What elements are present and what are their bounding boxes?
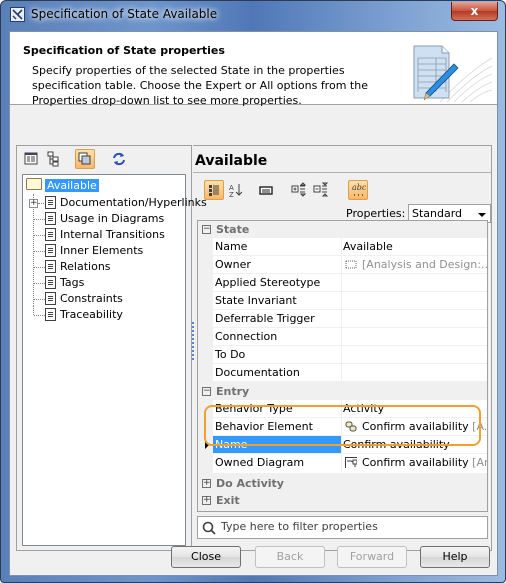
title-bar[interactable]: Specification of State Available x [1,1,505,29]
property-value: Confirm availability [362,456,469,469]
chevron-down-icon [478,213,486,217]
tree-item-traceability[interactable]: Traceability [45,307,123,323]
table-row[interactable]: Connection [213,328,487,346]
svg-text:Z: Z [229,191,234,199]
group-entry[interactable]: − Entry [198,383,487,400]
property-grid: − State Name Available Owner [Analysis a… [197,220,488,512]
page-icon [45,292,56,305]
table-row[interactable]: Name Available [213,238,487,256]
tree-item-constraints[interactable]: Constraints [45,291,123,307]
property-value[interactable] [343,292,487,309]
table-row[interactable]: Applied Stereotype [213,274,487,292]
table-view-icon[interactable] [21,149,41,169]
expand-icon[interactable]: + [202,496,211,505]
table-row-selected[interactable]: Name Confirm availability [213,436,487,454]
show-description-icon[interactable] [256,180,276,200]
dialog-body: Specification of State properties Specif… [9,31,498,576]
sort-alphabetically-icon[interactable]: AZ [226,180,246,200]
property-value: [Analysis and Design:... [362,258,487,271]
table-row[interactable]: Deferrable Trigger [213,310,487,328]
app-icon [10,7,25,22]
table-row[interactable]: Owned Diagram Confirm availability [Anal… [213,454,487,474]
specification-dialog: Specification of State Available x Speci… [0,0,506,583]
expand-all-icon[interactable] [289,180,309,200]
table-row[interactable]: Owner [Analysis and Design:... [213,256,487,274]
tree-root-label: Available [45,179,99,192]
tree-item-internal-transitions[interactable]: Internal Transitions [45,227,165,243]
help-button[interactable]: Help [420,546,490,568]
property-value[interactable] [343,310,487,327]
svg-text:abc: abc [352,183,367,192]
filter-placeholder: Type here to filter properties [221,520,378,533]
dialog-header: Specification of State properties Specif… [10,32,497,107]
expand-icon[interactable]: + [202,479,211,488]
property-value[interactable] [343,346,487,363]
table-row[interactable]: Documentation [213,364,487,382]
search-icon [202,521,216,535]
close-icon: x [470,4,479,18]
group-do-activity[interactable]: + Do Activity [198,475,487,492]
header-description: Specify properties of the selected State… [32,64,368,107]
table-row[interactable]: Behavior Element Confirm availability [A… [213,418,487,436]
page-icon [45,196,56,209]
tree-item-usage-in-diagrams[interactable]: Usage in Diagrams [45,211,164,227]
table-row[interactable]: To Do [213,346,487,364]
property-value[interactable]: Confirm availability [343,436,487,453]
group-state[interactable]: − State [198,221,487,238]
tree-item-documentation-hyperlinks[interactable]: Documentation/Hyperlinks [45,195,207,211]
tree-item-inner-elements[interactable]: Inner Elements [45,243,143,259]
back-button[interactable]: Back [255,546,325,568]
state-folder-icon [26,178,42,190]
diagram-icon [345,457,357,468]
page-icon [45,228,56,241]
page-icon [45,244,56,257]
tree-item-relations[interactable]: Relations [45,259,111,275]
current-row-marker-icon [205,441,209,449]
page-icon [45,308,56,321]
region-icon [345,260,357,269]
title-divider [193,172,491,173]
table-row[interactable]: State Invariant [213,292,487,310]
header-title: Specification of State properties [23,44,225,57]
show-abc-icon[interactable]: abc [348,180,368,200]
property-value[interactable] [343,328,487,345]
window-title: Specification of State Available [31,7,218,21]
forward-button[interactable]: Forward [337,546,407,568]
properties-label: Properties: [346,207,406,220]
compartment-view-icon[interactable] [75,149,95,169]
document-pencil-icon [392,36,493,103]
filter-field[interactable]: Type here to filter properties [197,516,488,539]
navigation-panel: Available + Documentation/Hyperlinks Usa… [16,145,207,551]
property-value[interactable]: Available [343,238,487,255]
property-value[interactable]: Activity [343,400,487,417]
navigation-toolbar [17,146,191,172]
expand-icon[interactable]: + [29,199,38,208]
properties-panel: AZ abc Properties: Standard − State Name… [193,145,492,551]
tree-item-tags[interactable]: Tags [45,275,84,291]
page-icon [45,276,56,289]
property-value[interactable] [343,274,487,291]
close-button[interactable]: Close [171,546,241,568]
collapse-all-icon[interactable] [311,180,331,200]
refresh-icon[interactable] [109,149,129,169]
navigation-tree: Available + Documentation/Hyperlinks Usa… [22,174,207,546]
close-window-button[interactable]: x [451,2,498,21]
table-row[interactable]: Behavior Type Activity [213,400,487,418]
property-value: Confirm availability [362,420,469,433]
page-icon [45,212,56,225]
property-value[interactable] [343,364,487,381]
categorized-icon[interactable] [204,180,224,200]
group-exit[interactable]: + Exit [198,492,487,509]
page-icon [45,260,56,273]
activity-icon [345,421,357,432]
tree-view-icon[interactable] [44,149,64,169]
collapse-icon[interactable]: − [202,225,211,234]
tree-root[interactable]: Available [26,178,99,194]
collapse-icon[interactable]: − [202,387,211,396]
